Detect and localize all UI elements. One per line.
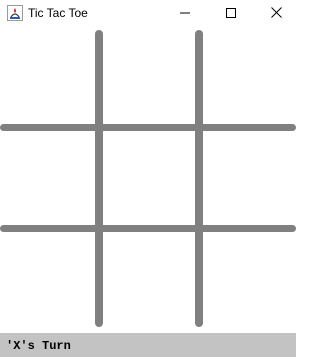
title-bar[interactable]: Tic Tac Toe [0,0,296,27]
minimize-button[interactable] [162,0,208,27]
maximize-button[interactable] [208,0,254,27]
status-bar: 'X's Turn [0,333,296,357]
game-board [0,27,296,333]
board-cell-9[interactable] [201,231,296,333]
close-button[interactable] [253,0,299,27]
board-cell-3[interactable] [201,27,296,127]
window-title: Tic Tac Toe [28,6,88,20]
grid-line-vertical-right [195,30,203,327]
turn-status-text: 'X's Turn [6,339,71,353]
close-icon [270,5,282,23]
minimize-icon [180,5,190,23]
board-cell-4[interactable] [0,131,97,227]
board-cell-7[interactable] [0,231,97,333]
board-cell-6[interactable] [201,131,296,227]
grid-line-horizontal-top [0,124,296,131]
java-app-icon [7,5,23,21]
board-cell-2[interactable] [101,27,197,127]
grid-line-horizontal-bottom [0,225,296,232]
maximize-icon [226,5,236,23]
board-cell-8[interactable] [101,231,197,333]
board-cell-5[interactable] [101,131,197,227]
grid-line-vertical-left [95,30,103,327]
board-cell-1[interactable] [0,27,97,127]
tic-tac-toe-window: Tic Tac Toe 'X's Turn [0,0,296,357]
